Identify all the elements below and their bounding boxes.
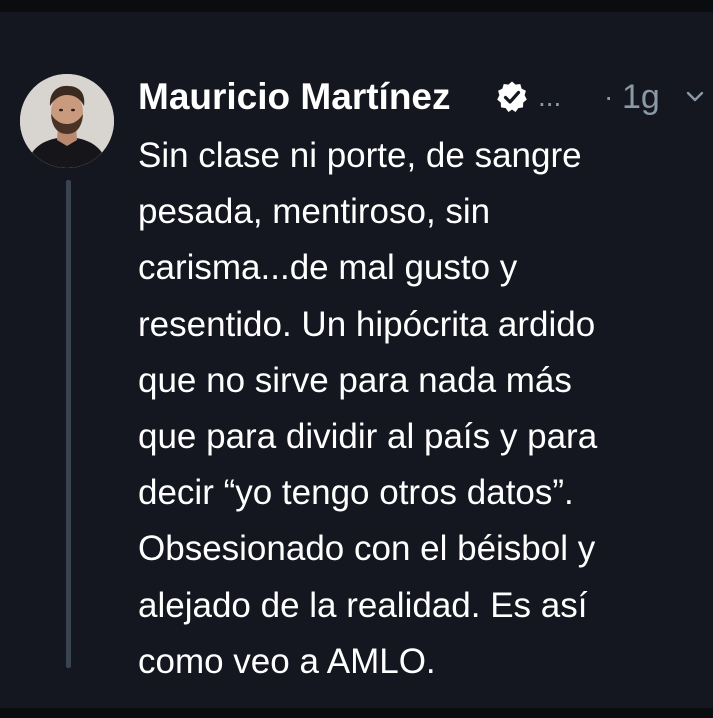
top-border xyxy=(0,0,713,12)
author-handle[interactable]: ... xyxy=(538,72,561,122)
tweet-header: Mauricio Martínez ... · 1g xyxy=(138,72,708,124)
tweet-timestamp[interactable]: 1g xyxy=(622,72,660,122)
avatar[interactable] xyxy=(20,74,114,168)
verified-badge-icon xyxy=(495,80,529,114)
tweet-text-line: que para dividir al país y para xyxy=(138,416,598,456)
tweet-text-line: Sin clase ni porte, de sangre xyxy=(138,136,582,175)
bottom-border xyxy=(0,708,713,718)
tweet-text-line: alejado de la realidad. Es así xyxy=(138,585,588,625)
tweet-text-line: carisma...de mal gusto y xyxy=(138,248,518,288)
tweet-body: Sin clase ni porte, de sangre pesada, me… xyxy=(138,128,708,690)
tweet-text-line: decir “yo tengo otros datos”. xyxy=(138,473,574,513)
tweet-screenshot: Mauricio Martínez ... · 1g Sin clase ni … xyxy=(0,0,713,718)
tweet-text-line: que no sirve para nada más xyxy=(138,360,572,400)
tweet-text-line: como veo a AMLO. xyxy=(138,641,436,681)
profile-photo-icon xyxy=(20,74,114,168)
tweet-text-line: pesada, mentiroso, sin xyxy=(138,192,491,232)
chevron-down-icon[interactable] xyxy=(686,88,704,106)
tweet-text-line: resentido. Un hipócrita ardido xyxy=(138,304,596,344)
tweet-text-line: Obsesionado con el béisbol y xyxy=(138,529,596,569)
thread-line xyxy=(66,180,71,668)
header-separator: · xyxy=(604,81,614,112)
author-display-name[interactable]: Mauricio Martínez xyxy=(138,72,451,122)
